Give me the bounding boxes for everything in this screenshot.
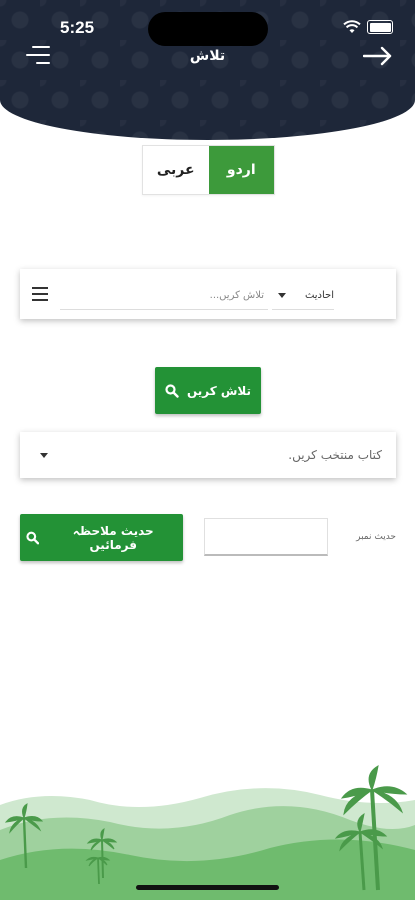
search-button[interactable]: تلاش کریں bbox=[155, 367, 261, 414]
wifi-icon bbox=[343, 20, 361, 33]
tab-urdu[interactable]: اردو bbox=[208, 146, 274, 194]
category-value: احادیث bbox=[304, 289, 334, 301]
language-toggle: عربی اردو bbox=[142, 145, 275, 195]
view-hadith-button-label: حدیث ملاحظہ فرمائیں bbox=[72, 523, 154, 552]
book-select[interactable]: کتاب منتخب کریں. bbox=[20, 432, 396, 478]
search-icon bbox=[26, 531, 40, 544]
search-button-label: تلاش کریں bbox=[186, 383, 252, 398]
arrow-right-icon[interactable] bbox=[363, 46, 393, 66]
battery-icon bbox=[367, 20, 393, 34]
status-icons bbox=[343, 20, 393, 34]
landscape-illustration bbox=[0, 765, 415, 900]
tab-arabic[interactable]: عربی bbox=[143, 146, 209, 194]
status-time: 5:25 bbox=[60, 18, 95, 37]
category-select[interactable]: احادیث bbox=[272, 281, 334, 310]
search-input[interactable] bbox=[60, 281, 268, 310]
page-title: تلاش bbox=[189, 48, 226, 64]
caret-down-icon bbox=[40, 452, 48, 458]
header: 5:25 تلاش bbox=[0, 0, 415, 140]
search-icon bbox=[165, 383, 179, 398]
book-select-placeholder: کتاب منتخب کریں. bbox=[288, 448, 382, 462]
caret-down-icon bbox=[278, 292, 286, 298]
view-hadith-button[interactable]: حدیث ملاحظہ فرمائیں bbox=[20, 514, 183, 561]
hadith-number-input[interactable] bbox=[204, 518, 328, 556]
search-card: احادیث bbox=[20, 269, 396, 319]
dynamic-island bbox=[148, 12, 268, 46]
list-icon[interactable] bbox=[32, 287, 48, 302]
home-indicator[interactable] bbox=[136, 885, 279, 890]
hadith-number-label: حدیث نمبر bbox=[356, 532, 396, 542]
